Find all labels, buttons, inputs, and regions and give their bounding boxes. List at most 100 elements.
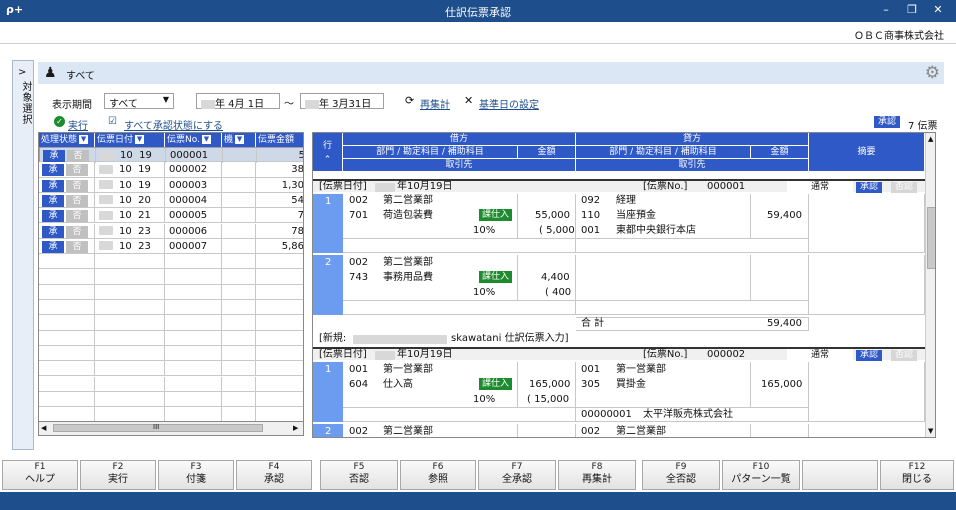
scroll-down-icon[interactable]: ▼ [928,427,933,435]
fkey-button-f9[interactable]: F9 全否認 [642,460,720,490]
reject-button[interactable]: 否 [66,225,88,238]
filter-dropdown-icon[interactable]: ▼ [201,135,211,144]
memo-cell[interactable] [809,362,925,422]
approve-button[interactable]: 承 [43,150,65,162]
date-to-field[interactable]: 年 3月31日 [300,93,384,110]
filter-dropdown-icon[interactable]: ▼ [79,135,89,144]
table-row[interactable] [39,376,303,392]
recalc-link[interactable]: 再集計 [420,96,450,111]
table-row[interactable]: 承否 10 19 000002 38 [39,162,303,178]
filter-dropdown-icon[interactable]: ▼ [235,135,245,144]
credit-amount-cell[interactable] [751,255,809,301]
reject-button[interactable]: 否 [66,194,88,207]
memo-cell[interactable] [809,255,925,315]
scroll-left-icon[interactable]: ◀ [41,424,46,432]
fkey-button-f11[interactable] [802,460,878,490]
debit-partner-cell[interactable] [343,408,576,422]
approve-button[interactable]: 承 [42,179,64,192]
row-number[interactable]: 1 [313,362,343,422]
table-row[interactable]: 承否 10 23 000006 78 [39,223,303,239]
table-row[interactable]: 承否 10 23 000007 5,86 [39,238,303,255]
col-machine[interactable]: 機 ▼ [222,133,256,147]
table-row[interactable] [39,315,303,331]
col-row[interactable]: 行 ⌃ [313,133,343,172]
debit-partner-cell[interactable] [343,301,576,315]
fkey-button-f1[interactable]: F1 ヘルプ [2,460,78,490]
table-cell [222,192,256,208]
col-number[interactable]: 伝票No. ▼ [165,133,222,147]
set-all-approved-link[interactable]: すべて承認状態にする [124,117,223,132]
slip-reject-badge[interactable]: 否認 [891,350,918,361]
row-number[interactable]: 1 [313,194,343,253]
row-number[interactable]: 2 [313,255,343,315]
slip-approve-badge[interactable]: 承認 [856,350,883,361]
list-horizontal-scrollbar[interactable]: ◀ III ▶ [38,422,304,436]
filter-dropdown-icon[interactable]: ▼ [135,135,145,144]
redacted-year [99,241,113,251]
table-row[interactable]: 承否10 190000015 [39,147,303,163]
approve-button[interactable]: 承 [42,225,64,238]
table-row[interactable]: 承否 10 21 000005 7 [39,208,303,224]
slip-reject-badge[interactable]: 否認 [891,182,918,193]
fkey-button-f12[interactable]: F12 閉じる [880,460,954,490]
debit-amount-cell[interactable] [518,424,576,437]
table-row[interactable] [39,345,303,362]
approve-button[interactable]: 承 [42,164,64,177]
journal-detail-pane[interactable]: 行 ⌃ 借方 部門 / 勘定科目 / 補助科目 金額 取引先 貸方 部門 / 勘定… [312,132,936,438]
credit-partner-cell[interactable] [576,239,809,253]
fkey-button-f5[interactable]: F5 否認 [320,460,398,490]
reject-button[interactable]: 否 [66,240,88,253]
table-row[interactable] [39,391,303,408]
col-date[interactable]: 伝票日付 ▼ [95,133,165,147]
approve-button[interactable]: 承 [42,240,64,253]
reject-button[interactable]: 否 [66,210,88,223]
scroll-up-icon[interactable]: ▲ [928,135,933,143]
restore-button[interactable]: ❐ [902,3,922,19]
scroll-thumb[interactable] [927,207,935,269]
table-row[interactable] [39,330,303,346]
chevron-up-icon[interactable]: ⌃ [324,155,332,165]
memo-cell[interactable] [809,194,925,253]
scroll-right-icon[interactable]: ▶ [293,424,298,432]
fkey-button-f7[interactable]: F7 全承認 [478,460,556,490]
fkey-button-f8[interactable]: F8 再集計 [558,460,636,490]
minimize-button[interactable]: – [876,3,896,19]
fkey-button-f3[interactable]: F3 付箋 [158,460,234,490]
credit-amount-cell[interactable] [751,424,809,437]
gear-icon[interactable]: ⚙ [925,63,940,83]
slip-list-table[interactable]: 処理状態 ▼ 伝票日付 ▼ 伝票No. ▼ 機 ▼ 伝票金額 承否 10 19 000001… [38,132,304,422]
reject-button[interactable]: 否 [66,164,88,177]
col-status[interactable]: 処理状態 ▼ [39,133,95,147]
approve-button[interactable]: 承 [42,210,64,223]
credit-partner-cell[interactable] [576,301,809,315]
table-row[interactable] [39,254,303,270]
fkey-button-f2[interactable]: F2 実行 [80,460,156,490]
date-from-field[interactable]: 年 4月 1日 [196,93,280,110]
debit-partner-cell[interactable] [343,239,576,253]
close-button[interactable]: ✕ [928,3,948,19]
fkey-button-f6[interactable]: F6 参照 [400,460,476,490]
table-row[interactable] [39,407,303,421]
reject-button[interactable]: 否 [66,179,88,192]
scroll-grip: III [153,423,160,431]
table-row[interactable]: 承否 10 19 000003 1,30 [39,177,303,193]
table-row[interactable] [39,284,303,300]
table-row[interactable] [39,361,303,377]
execute-link[interactable]: 実行 [68,117,88,132]
base-date-link[interactable]: 基準日の設定 [479,96,539,111]
table-cell [165,315,222,331]
period-select[interactable]: すべて ▼ [104,93,174,110]
table-row[interactable] [39,269,303,285]
row-number[interactable]: 2 [313,424,343,437]
slip-approve-badge[interactable]: 承認 [856,182,883,193]
credit-cell[interactable] [576,255,751,301]
table-row[interactable] [39,300,303,316]
detail-vertical-scrollbar[interactable]: ▲ ▼ [925,133,935,437]
col-amount[interactable]: 伝票金額 [256,133,303,147]
fkey-button-f4[interactable]: F4 承認 [236,460,312,490]
fkey-button-f10[interactable]: F10 パターン一覧 [722,460,800,490]
approve-button[interactable]: 承 [42,194,64,207]
table-row[interactable]: 承否 10 20 000004 54 [39,192,303,209]
target-select-tab[interactable]: > 対象選択 [12,60,34,450]
reject-button[interactable]: 否 [67,150,89,162]
